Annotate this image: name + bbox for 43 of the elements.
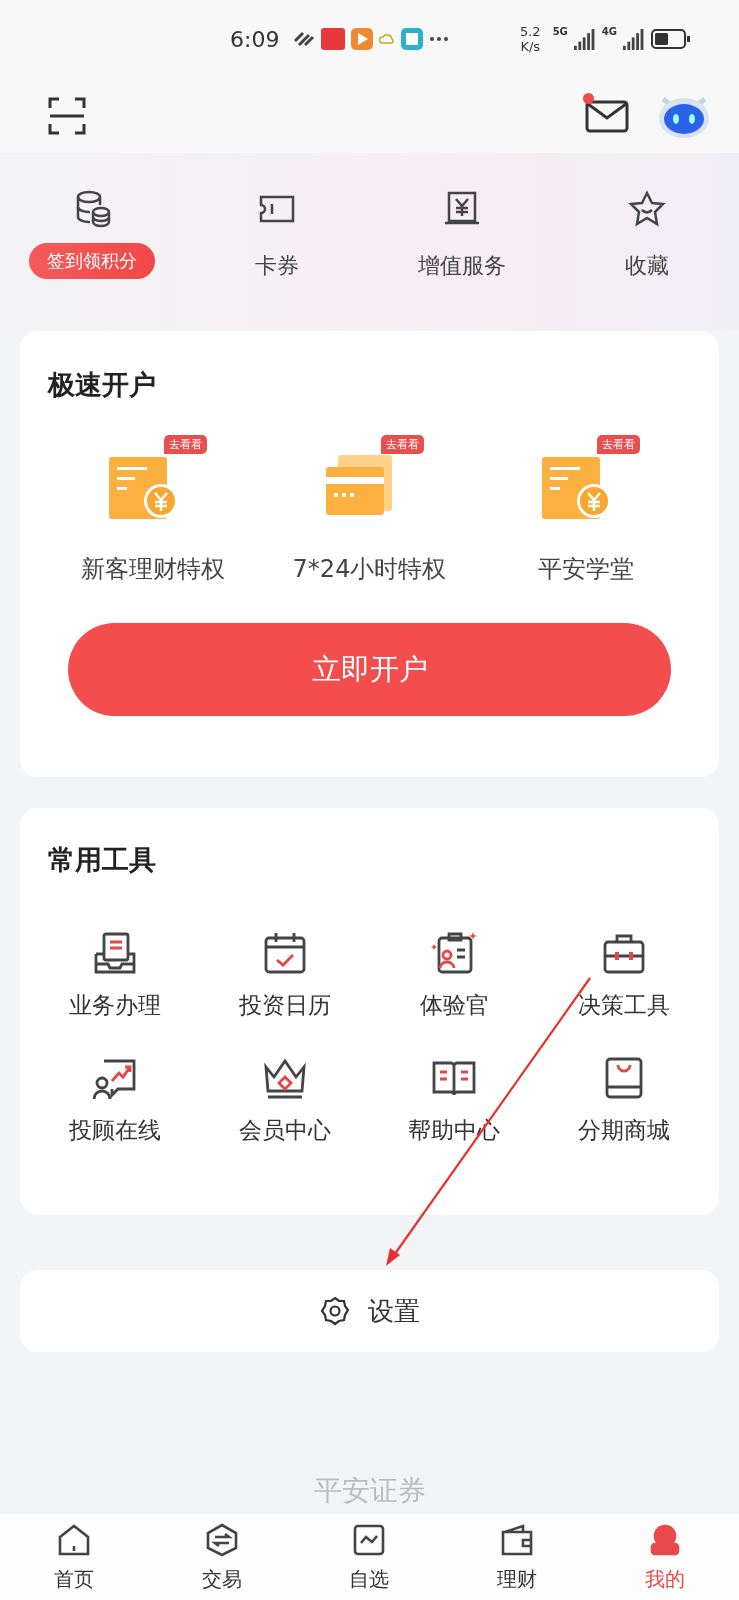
tool-icon[interactable] [431, 930, 478, 976]
tab-item[interactable]: 理财 [443, 1521, 592, 1593]
tool-label[interactable]: 分期商城 [578, 1115, 671, 1146]
battery-icon [651, 28, 691, 50]
feature-label[interactable]: 平安学堂 [538, 553, 634, 585]
tool-label[interactable]: 体验官 [419, 990, 489, 1021]
status-time: 6:09 [230, 26, 280, 52]
more-icon [429, 36, 450, 42]
tab-item[interactable]: 交易 [147, 1521, 296, 1593]
feature-label[interactable]: 新客理财特权 [81, 553, 225, 585]
tool-label[interactable]: 投资日历 [238, 990, 331, 1021]
brand-footer: 平安证券 [313, 1472, 426, 1510]
tool-label[interactable]: 决策工具 [578, 990, 671, 1021]
tab-item[interactable]: 自选 [295, 1521, 444, 1593]
settings-label[interactable]: 设置 [367, 1293, 420, 1329]
quick-link-label[interactable]: 增值服务 [417, 251, 506, 281]
go-see-tag: 去看看 [380, 435, 424, 454]
quick-link-label[interactable]: 收藏 [624, 251, 669, 281]
settings-icon[interactable] [319, 1296, 350, 1326]
cloud-icon [379, 33, 396, 45]
card-title: 常用工具 [48, 844, 156, 875]
tool-label[interactable]: 业务办理 [68, 990, 161, 1021]
mail-icon[interactable] [585, 98, 629, 133]
tool-label[interactable]: 投顾在线 [68, 1115, 161, 1146]
network-type: 4G [601, 26, 617, 37]
quick-link-icon[interactable] [626, 189, 667, 229]
tool-label[interactable]: 会员中心 [238, 1115, 331, 1146]
go-see-tag: 去看看 [164, 435, 207, 454]
scan-icon[interactable] [48, 96, 86, 135]
quick-link-label[interactable]: 卡券 [255, 251, 300, 281]
feature-label[interactable]: 7*24小时特权 [292, 553, 447, 585]
play-icon [351, 28, 374, 50]
network-type: 5G [552, 26, 568, 37]
app-icon [321, 28, 346, 50]
tab-item[interactable]: 我的 [591, 1521, 739, 1593]
network-speed: 5.2 K/s [519, 24, 541, 54]
tab-item[interactable]: 首页 [0, 1521, 148, 1593]
card-title: 极速开户 [48, 368, 157, 402]
book-icon [401, 28, 424, 50]
signal-icon [573, 28, 596, 50]
go-see-tag: 去看看 [597, 435, 640, 454]
settings-button[interactable]: 设置 [20, 1270, 719, 1352]
signal-icon [623, 28, 645, 50]
